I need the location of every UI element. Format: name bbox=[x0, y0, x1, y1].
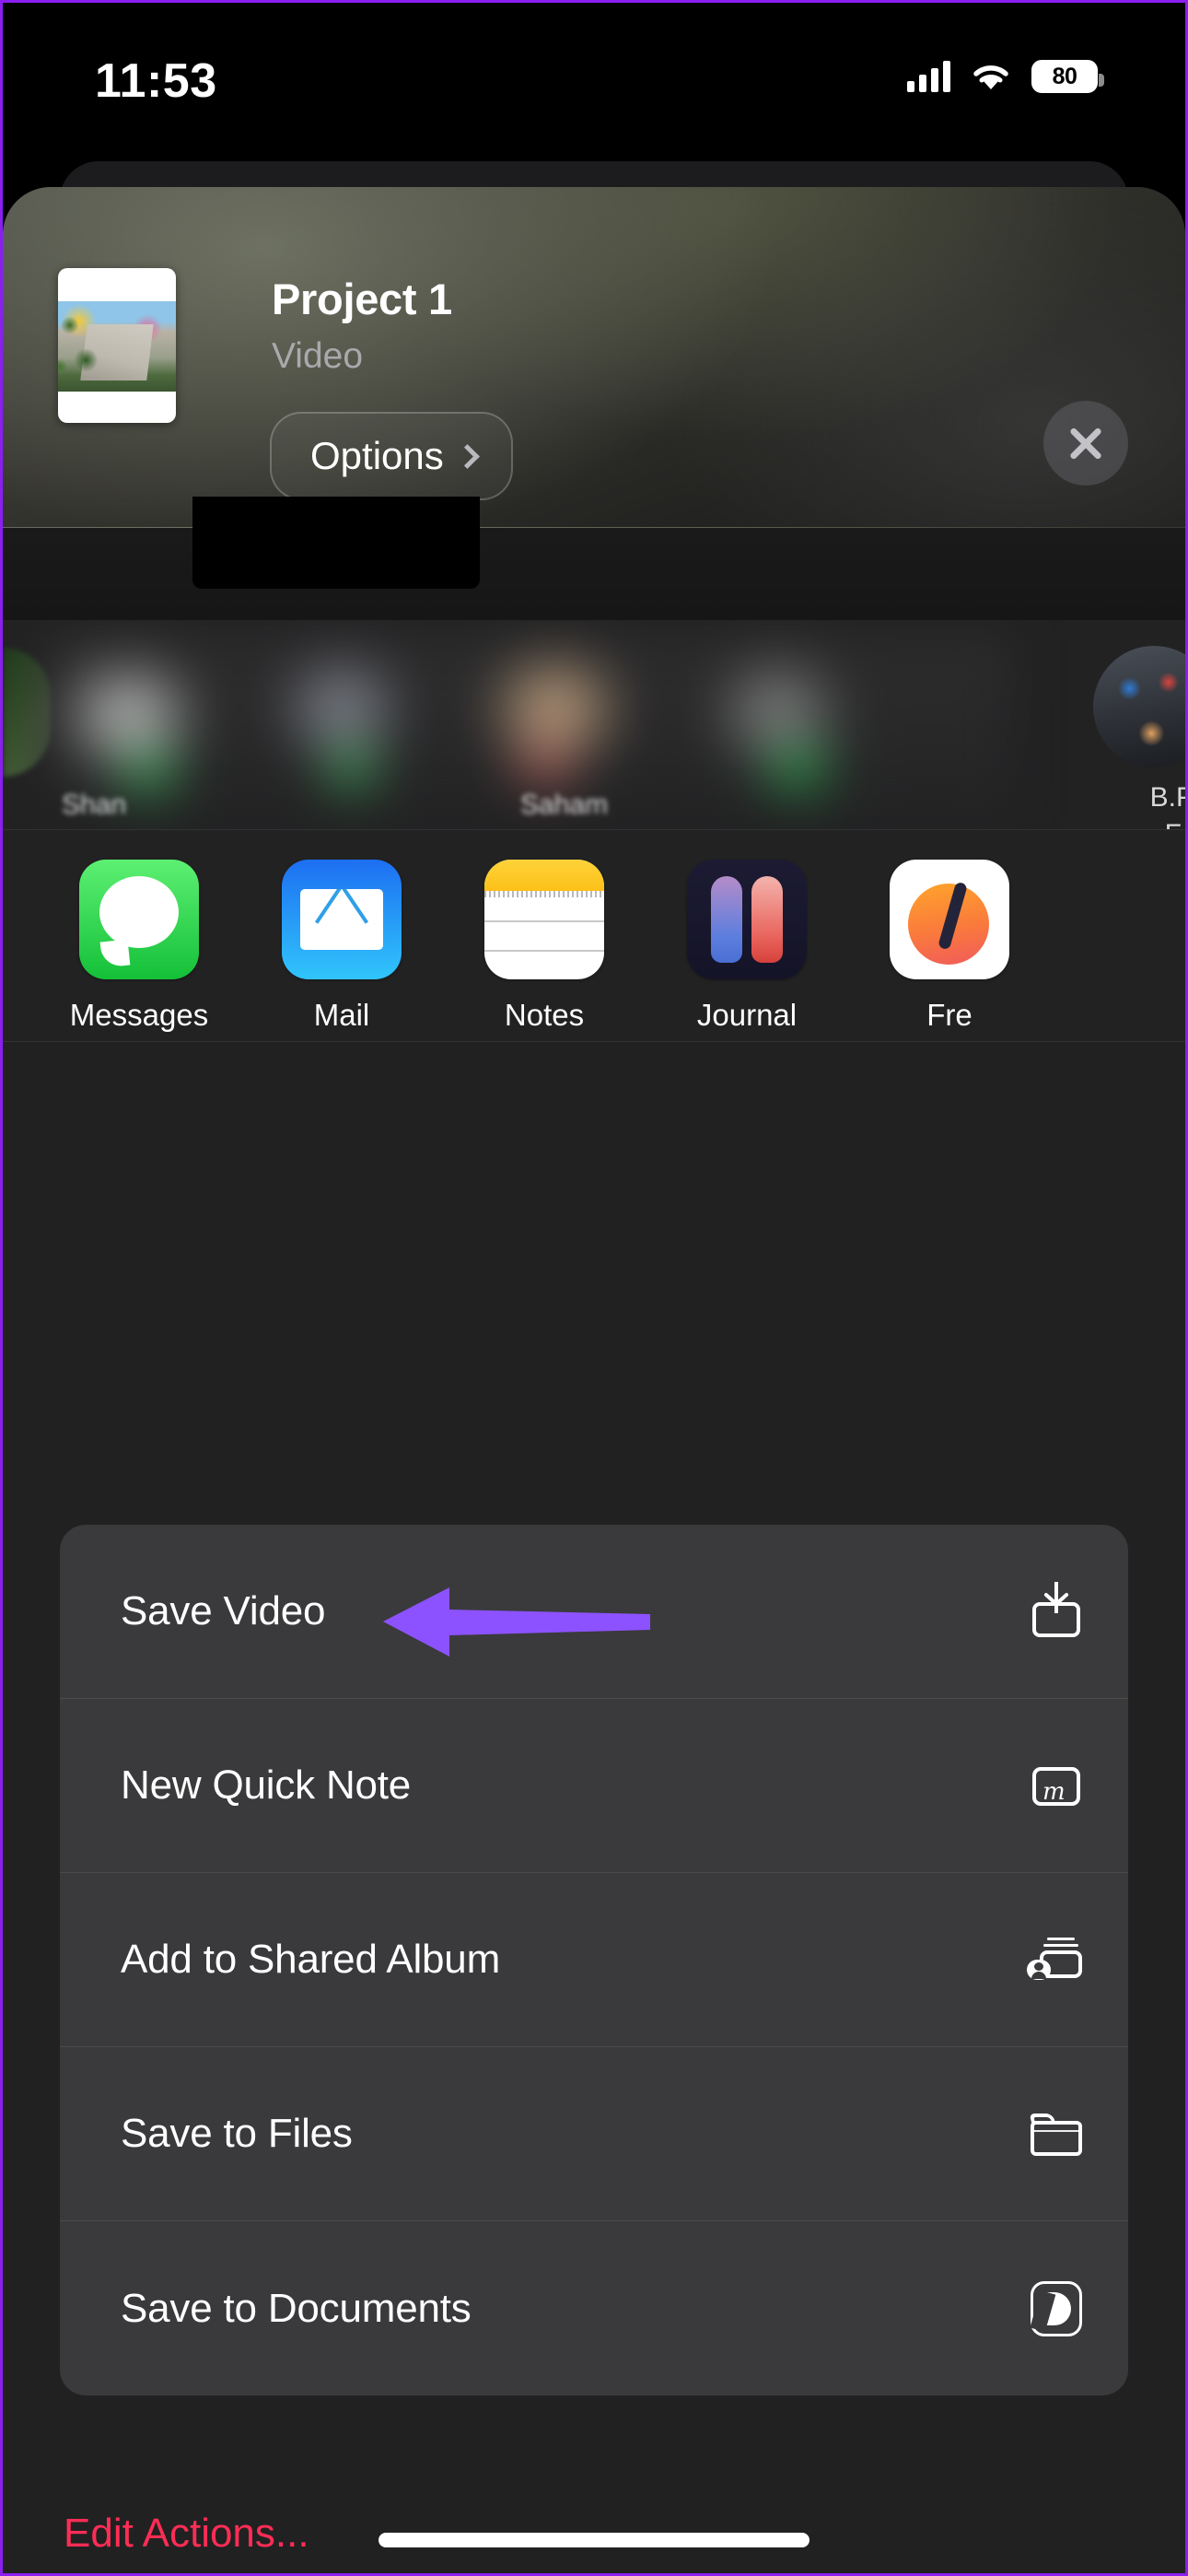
save-download-icon bbox=[1027, 1582, 1086, 1641]
contact-suggestions-row[interactable]: Shan Saham B.P F bbox=[3, 620, 1185, 830]
action-row-save-to-files[interactable]: Save to Files bbox=[60, 2047, 1128, 2221]
close-icon bbox=[1066, 423, 1106, 463]
status-bar-time: 11:53 bbox=[95, 54, 217, 108]
edit-actions-button[interactable]: Edit Actions... bbox=[64, 2511, 309, 2557]
contact-label: B.P bbox=[1149, 782, 1185, 813]
app-label: Messages bbox=[69, 998, 209, 1032]
action-label: New Quick Note bbox=[121, 1762, 412, 1808]
app-row-track: Messages Mail Notes Journal Fre bbox=[64, 860, 1025, 1033]
action-label: Save to Files bbox=[121, 2111, 353, 2156]
action-row-save-to-documents[interactable]: Save to Documents bbox=[60, 2221, 1128, 2395]
home-indicator[interactable] bbox=[379, 2533, 809, 2547]
blurred-contacts[interactable] bbox=[41, 637, 1010, 815]
app-item-freeform[interactable]: Fre bbox=[874, 860, 1025, 1033]
documents-app-icon bbox=[1027, 2279, 1086, 2338]
folder-icon bbox=[1027, 2104, 1086, 2163]
action-row-new-quick-note[interactable]: New Quick Note m bbox=[60, 1699, 1128, 1873]
mail-app-icon bbox=[282, 860, 402, 979]
options-button[interactable]: Options bbox=[270, 412, 513, 500]
app-item-journal[interactable]: Journal bbox=[671, 860, 822, 1033]
chevron-right-icon bbox=[454, 444, 480, 469]
app-suggestions-row[interactable]: Messages Mail Notes Journal Fre bbox=[3, 830, 1185, 1042]
iphone-screen: 11:53 80 Project 1 Video Options Shan Sa… bbox=[0, 0, 1188, 2576]
status-bar-indicators: 80 bbox=[907, 60, 1104, 93]
contact-label: Shan bbox=[62, 790, 127, 820]
app-label: Journal bbox=[696, 998, 798, 1032]
battery-percent-label: 80 bbox=[1052, 63, 1077, 89]
cellular-bars-icon bbox=[907, 61, 950, 92]
action-label: Save to Documents bbox=[121, 2285, 472, 2331]
app-label: Fre bbox=[926, 998, 973, 1032]
content-preview-strip bbox=[3, 528, 1185, 620]
journal-app-icon bbox=[687, 860, 807, 979]
share-sheet-header: Project 1 Video Options bbox=[3, 187, 1185, 528]
contact-avatar-partial-right[interactable] bbox=[1093, 646, 1185, 767]
share-item-title: Project 1 bbox=[272, 275, 452, 323]
share-sheet: Project 1 Video Options Shan Saham B.P F bbox=[3, 187, 1185, 2573]
notes-app-icon bbox=[484, 860, 604, 979]
options-button-label: Options bbox=[310, 434, 444, 477]
shared-album-icon bbox=[1027, 1930, 1086, 1989]
app-item-notes[interactable]: Notes bbox=[469, 860, 620, 1033]
status-bar: 11:53 80 bbox=[3, 3, 1185, 164]
video-thumbnail bbox=[58, 268, 176, 423]
video-preview[interactable] bbox=[192, 497, 480, 589]
app-item-mail[interactable]: Mail bbox=[266, 860, 417, 1033]
app-item-messages[interactable]: Messages bbox=[64, 860, 215, 1033]
contact-label: Saham bbox=[520, 790, 609, 820]
battery-icon: 80 bbox=[1031, 60, 1104, 93]
messages-app-icon bbox=[79, 860, 199, 979]
action-list: Save Video New Quick Note m Add to Share… bbox=[60, 1525, 1128, 2395]
quick-note-icon: m bbox=[1027, 1756, 1086, 1815]
share-item-subtitle: Video bbox=[272, 336, 364, 376]
app-label: Notes bbox=[504, 998, 585, 1032]
contact-label: F bbox=[1165, 819, 1182, 829]
close-button[interactable] bbox=[1043, 401, 1128, 486]
wifi-icon bbox=[971, 61, 1011, 92]
app-label: Mail bbox=[313, 998, 370, 1032]
action-row-add-to-shared-album[interactable]: Add to Shared Album bbox=[60, 1873, 1128, 2047]
action-row-save-video[interactable]: Save Video bbox=[60, 1525, 1128, 1699]
action-label: Add to Shared Album bbox=[121, 1937, 501, 1982]
freeform-app-icon bbox=[890, 860, 1009, 979]
action-label: Save Video bbox=[121, 1588, 326, 1633]
